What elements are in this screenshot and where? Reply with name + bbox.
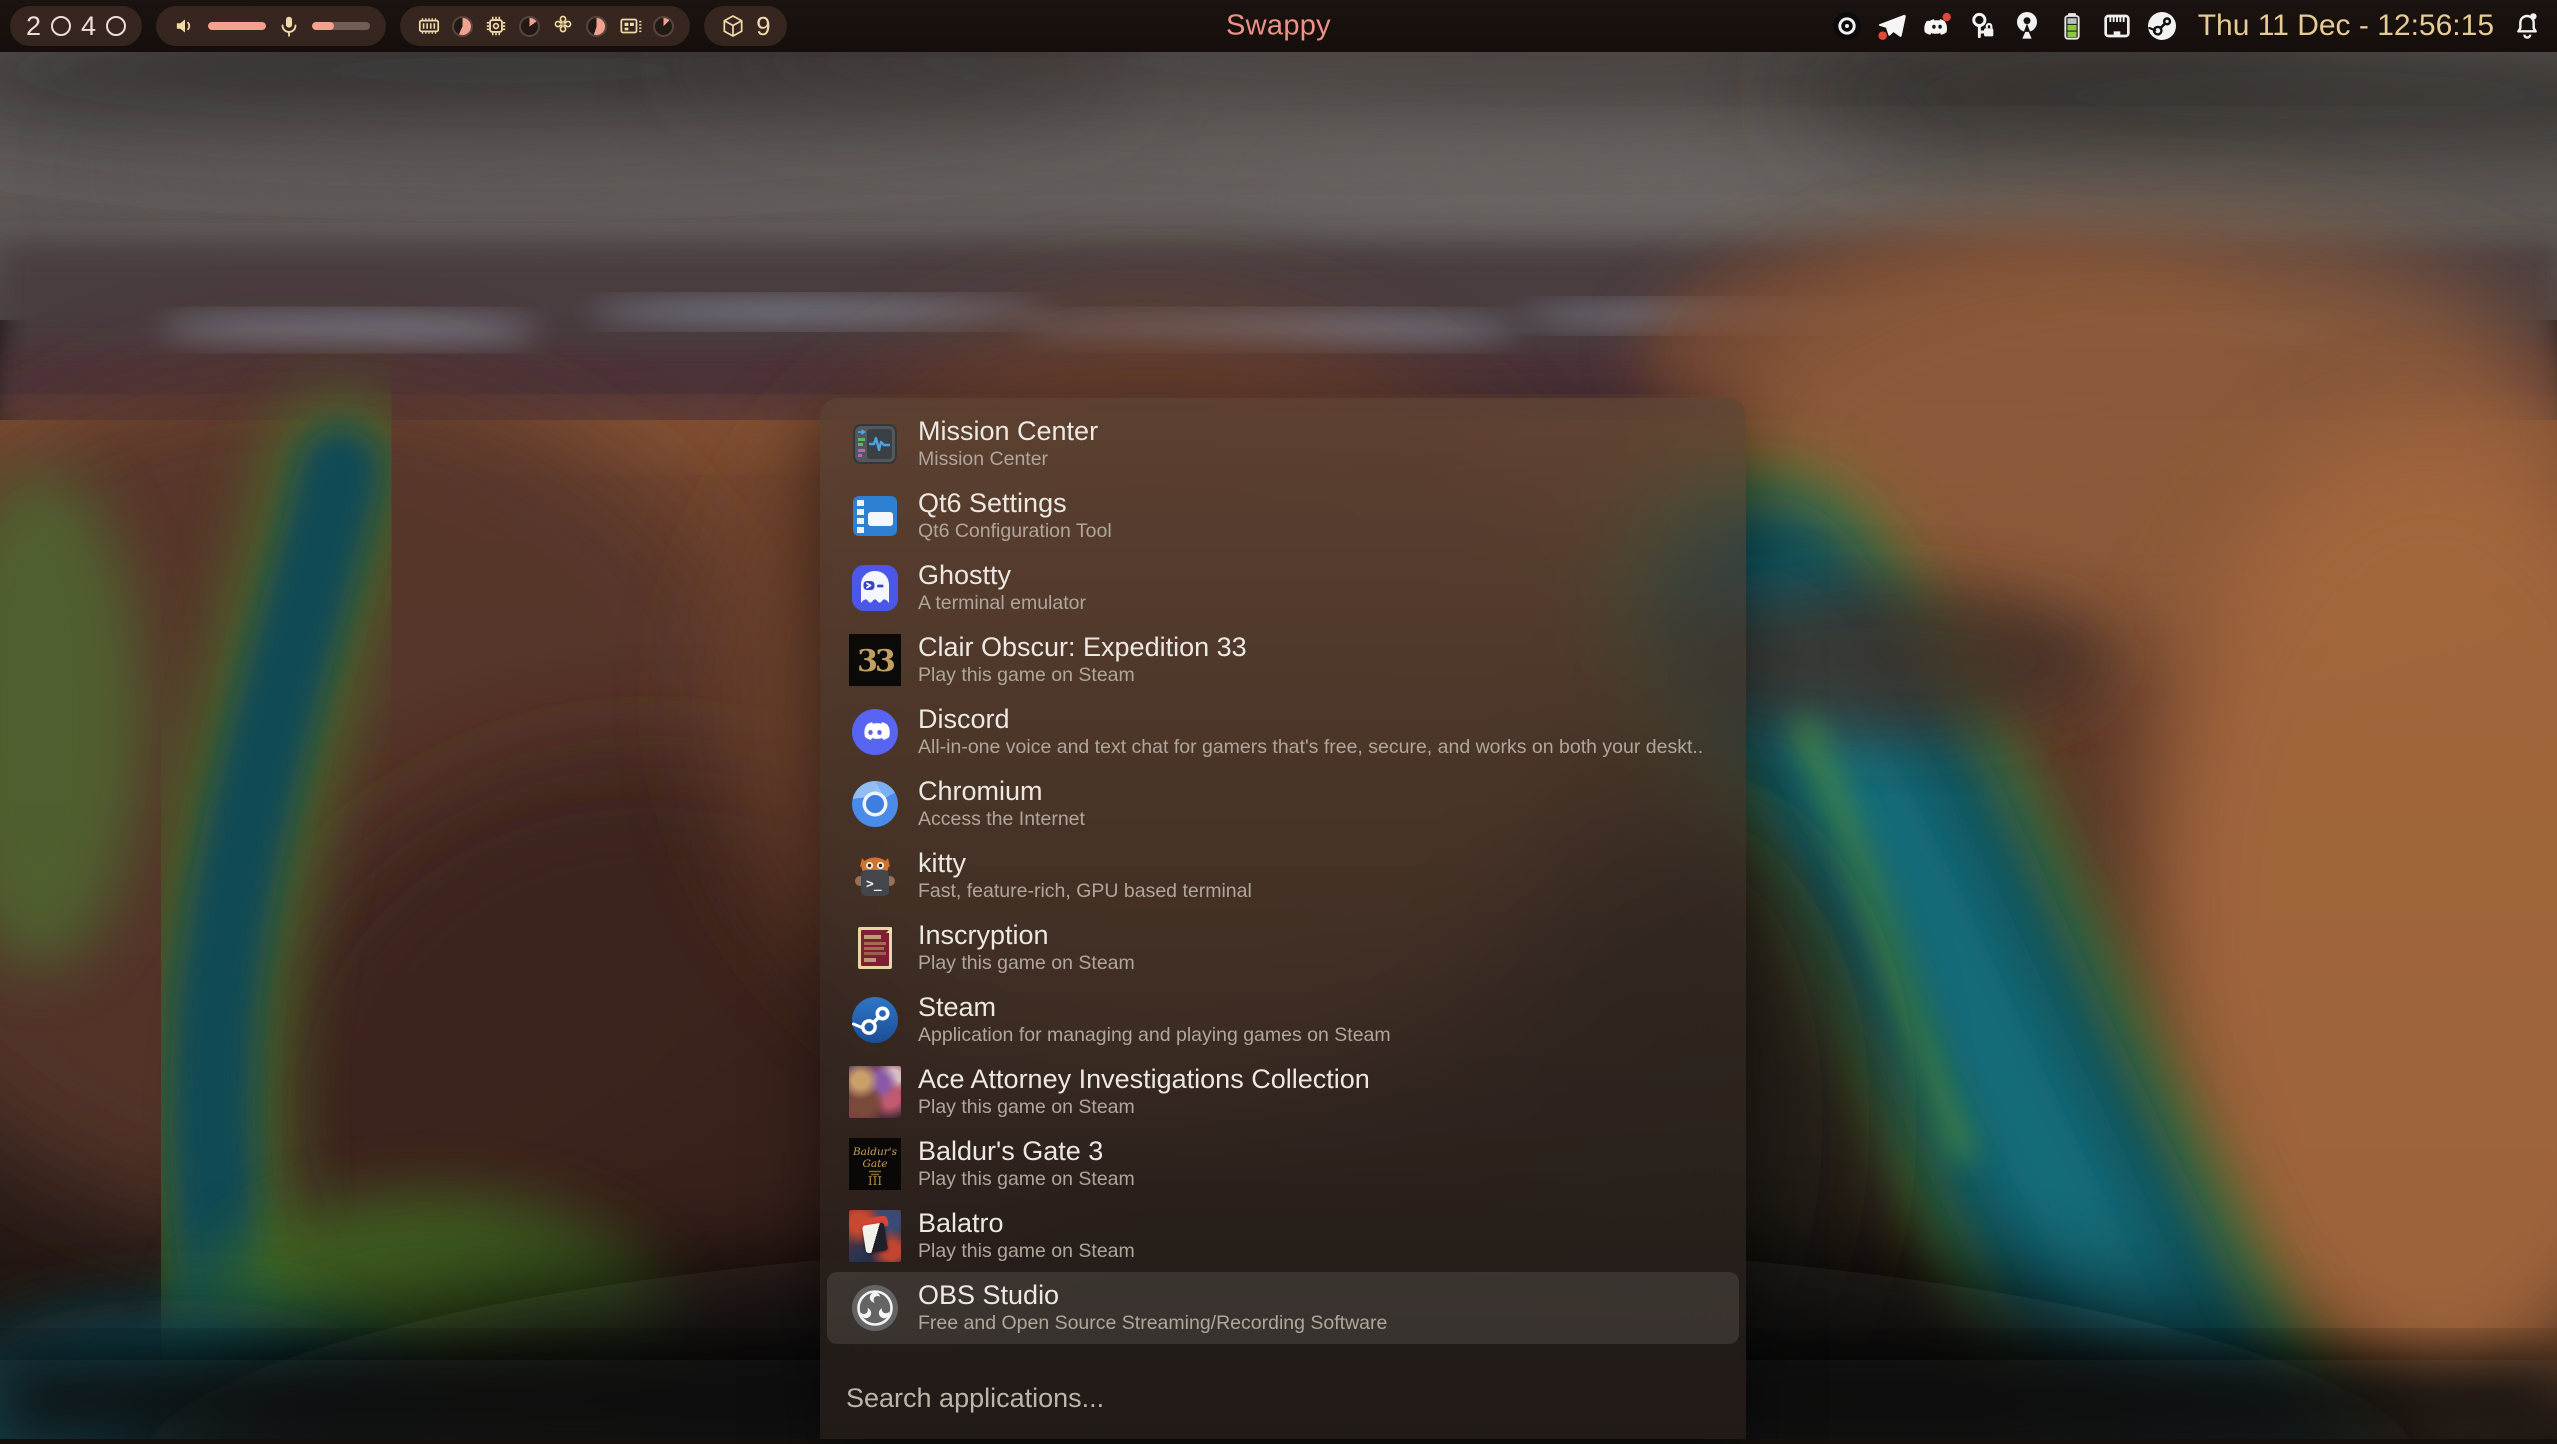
app-description: Play this game on Steam (918, 1167, 1135, 1192)
launcher-search (820, 1382, 1746, 1439)
updates-count: 9 (756, 13, 770, 39)
app-description: Qt6 Configuration Tool (918, 519, 1112, 544)
focused-window-title: Swappy (1226, 10, 1331, 43)
app-description: Free and Open Source Streaming/Recording… (918, 1311, 1387, 1336)
app-name: Chromium (918, 776, 1085, 807)
workspace-number[interactable]: 4 (81, 13, 96, 40)
discord-icon (849, 706, 901, 758)
notifications-bell-icon[interactable] (2511, 10, 2543, 42)
top-bar-left-cluster: 2 4 (0, 6, 787, 46)
app-launcher: Mission Center Mission Center Qt6 Settin… (820, 398, 1746, 1439)
svg-text:Gate: Gate (862, 1158, 887, 1170)
steam-icon (849, 994, 901, 1046)
launcher-item-obs-studio[interactable]: OBS Studio Free and Open Source Streamin… (827, 1272, 1739, 1344)
launcher-item-kitty[interactable]: >_ kitty Fast, feature-rich, GPU based t… (827, 840, 1739, 912)
app-name: Mission Center (918, 416, 1098, 447)
ace-attorney-icon (849, 1066, 901, 1118)
mic-slider-fill (312, 22, 334, 30)
app-description: Application for managing and playing gam… (918, 1023, 1391, 1048)
app-description: Play this game on Steam (918, 1239, 1135, 1264)
audio-pill (156, 6, 386, 46)
app-name: Inscryption (918, 920, 1135, 951)
app-name: Ghostty (918, 560, 1086, 591)
steelseries-tray-icon[interactable] (1830, 9, 1864, 43)
mission-center-icon (849, 418, 901, 470)
gpu-usage-pie (586, 16, 607, 37)
vram-icon (617, 13, 643, 39)
launcher-item-balatro[interactable]: Balatro Play this game on Steam (827, 1200, 1739, 1272)
updates-pill[interactable]: 9 (704, 6, 786, 46)
launcher-item-ghostty[interactable]: Ghostty A terminal emulator (827, 552, 1739, 624)
workspace-circle-icon[interactable] (106, 16, 126, 36)
keyring-tray-icon[interactable] (2010, 9, 2044, 43)
discord-tray-icon[interactable] (1920, 9, 1954, 43)
svg-text:33: 33 (857, 644, 894, 679)
app-name: Balatro (918, 1208, 1135, 1239)
app-description: Fast, feature-rich, GPU based terminal (918, 879, 1252, 904)
mic-slider[interactable] (312, 22, 370, 30)
ram-usage-pie (452, 16, 473, 37)
gpu-icon (550, 13, 576, 39)
launcher-item-qt6-settings[interactable]: Qt6 Settings Qt6 Configuration Tool (827, 480, 1739, 552)
clock[interactable]: Thu 11 Dec - 12:56:15 (2198, 9, 2494, 43)
launcher-item-baldurs-gate-3[interactable]: Baldur's Gate III Baldur's Gate 3 Play t… (827, 1128, 1739, 1200)
launcher-item-discord[interactable]: Discord All-in-one voice and text chat f… (827, 696, 1739, 768)
obs-studio-icon (849, 1282, 901, 1334)
app-description: Mission Center (918, 447, 1098, 472)
volume-slider[interactable] (208, 22, 266, 30)
app-name: Ace Attorney Investigations Collection (918, 1064, 1370, 1095)
system-stats-pill (400, 6, 690, 46)
balatro-icon (849, 1210, 901, 1262)
launcher-item-chromium[interactable]: Chromium Access the Internet (827, 768, 1739, 840)
launcher-item-steam[interactable]: Steam Application for managing and playi… (827, 984, 1739, 1056)
app-description: Play this game on Steam (918, 1095, 1370, 1120)
app-name: OBS Studio (918, 1280, 1387, 1311)
svg-text:>_: >_ (866, 877, 882, 892)
app-description: All-in-one voice and text chat for gamer… (918, 735, 1703, 760)
workspace-indicator: 2 4 (10, 6, 142, 46)
network-ethernet-icon[interactable] (2100, 9, 2134, 43)
clair-obscur-icon: 33 (849, 634, 901, 686)
volume-slider-fill (208, 22, 266, 30)
svg-text:Baldur's: Baldur's (852, 1146, 898, 1158)
workspace-number[interactable]: 2 (26, 13, 41, 40)
launcher-item-ace-attorney[interactable]: Ace Attorney Investigations Collection P… (827, 1056, 1739, 1128)
workspace-circle-icon[interactable] (51, 16, 71, 36)
speaker-icon[interactable] (172, 13, 198, 39)
launcher-spacer (820, 1344, 1746, 1382)
steam-tray-icon[interactable] (2145, 9, 2179, 43)
app-name: Discord (918, 704, 1703, 735)
cpu-icon (483, 13, 509, 39)
launcher-item-clair-obscur[interactable]: 33 Clair Obscur: Expedition 33 Play this… (827, 624, 1739, 696)
qt6-settings-icon (849, 490, 901, 542)
ghostty-icon (849, 562, 901, 614)
baldurs-gate-3-icon: Baldur's Gate III (849, 1138, 901, 1190)
app-description: Play this game on Steam (918, 951, 1135, 976)
vram-usage-pie (653, 16, 674, 37)
app-name: Qt6 Settings (918, 488, 1112, 519)
search-input[interactable] (844, 1382, 1708, 1415)
telegram-tray-icon[interactable] (1875, 9, 1909, 43)
microphone-icon[interactable] (276, 13, 302, 39)
battery-icon[interactable] (2055, 9, 2089, 43)
top-bar: 2 4 (0, 0, 2557, 52)
svg-text:III: III (868, 1174, 882, 1188)
cpu-usage-pie (519, 16, 540, 37)
launcher-item-inscryption[interactable]: Inscryption Play this game on Steam (827, 912, 1739, 984)
app-name: Baldur's Gate 3 (918, 1136, 1135, 1167)
app-description: Access the Internet (918, 807, 1085, 832)
chromium-icon (849, 778, 901, 830)
launcher-item-mission-center[interactable]: Mission Center Mission Center (827, 408, 1739, 480)
app-description: Play this game on Steam (918, 663, 1247, 688)
app-name: kitty (918, 848, 1252, 879)
app-description: A terminal emulator (918, 591, 1086, 616)
top-bar-right-cluster: Thu 11 Dec - 12:56:15 (1830, 0, 2543, 52)
app-name: Clair Obscur: Expedition 33 (918, 632, 1247, 663)
app-name: Steam (918, 992, 1391, 1023)
package-icon (720, 13, 746, 39)
keepassxc-tray-icon[interactable] (1965, 9, 1999, 43)
kitty-icon: >_ (849, 850, 901, 902)
ram-icon (416, 13, 442, 39)
inscryption-icon (849, 922, 901, 974)
